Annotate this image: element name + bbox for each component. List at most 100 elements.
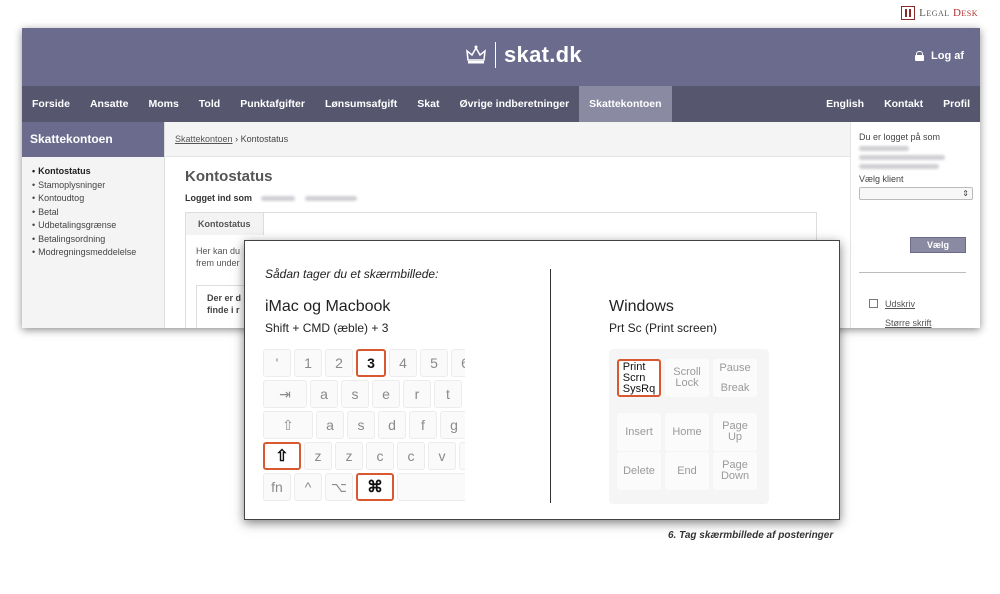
redacted-text xyxy=(305,196,358,202)
sidebar-item-modregning[interactable]: Modregningsmeddelelse xyxy=(32,246,164,260)
logged-as-label: Du er logget på som xyxy=(859,132,941,142)
divider xyxy=(859,272,966,273)
key-partial xyxy=(459,442,465,470)
print-link[interactable]: Udskriv xyxy=(885,299,915,309)
key-6: 6 xyxy=(451,349,465,377)
sidebar-item-stamoplysninger[interactable]: Stamoplysninger xyxy=(32,179,164,193)
key-shift-highlighted: ⇧ xyxy=(263,442,301,470)
site-logo[interactable]: skat.dk xyxy=(465,42,582,68)
key-1: 1 xyxy=(294,349,322,377)
sidebar-menu: Kontostatus Stamoplysninger Kontoudtog B… xyxy=(22,157,164,260)
nav-kontakt[interactable]: Kontakt xyxy=(874,86,933,122)
site-logo-text: skat.dk xyxy=(504,42,582,67)
mac-keyboard: ' 1 2 3 4 5 6 ⇥ a s e r t ⇧ a s d f g ⇧ … xyxy=(263,349,465,504)
nav-skattekontoen[interactable]: Skattekontoen xyxy=(579,86,672,122)
breadcrumb: Skattekontoen › Kontostatus xyxy=(165,122,850,157)
key-insert: Insert xyxy=(617,413,661,451)
windows-keys: Print Scrn SysRq Scroll Lock Pause Break… xyxy=(609,349,769,504)
logout-button[interactable]: Log af xyxy=(915,50,964,62)
key-v: v xyxy=(428,442,456,470)
nav-skat[interactable]: Skat xyxy=(407,86,449,122)
figure-caption: 6. Tag skærmbillede af posteringer xyxy=(668,530,834,541)
tab-kontostatus[interactable]: Kontostatus xyxy=(186,213,264,235)
windows-shortcut: Prt Sc (Print screen) xyxy=(609,321,718,335)
logged-in-line: Logget ind som xyxy=(185,193,358,203)
key-page-down: Page Down xyxy=(713,452,757,490)
key-delete: Delete xyxy=(617,452,661,490)
key-caps: ⇧ xyxy=(263,411,313,439)
sidebar: Skattekontoen Kontostatus Stamoplysninge… xyxy=(22,122,165,328)
nav-punktafgifter[interactable]: Punktafgifter xyxy=(230,86,315,122)
breadcrumb-link[interactable]: Skattekontoen xyxy=(175,134,233,144)
key-t: t xyxy=(434,380,462,408)
sidebar-item-kontostatus[interactable]: Kontostatus xyxy=(32,165,164,179)
section-divider xyxy=(550,269,551,503)
nav-forside[interactable]: Forside xyxy=(22,86,80,122)
legal-desk-logo: Legal Desk xyxy=(901,6,978,20)
key-ctrl: ^ xyxy=(294,473,322,501)
sidebar-item-udbetalingsgraense[interactable]: Udbetalingsgrænse xyxy=(32,219,164,233)
nav-moms[interactable]: Moms xyxy=(138,86,188,122)
key-z: z xyxy=(304,442,332,470)
main-nav: Forside Ansatte Moms Told Punktafgifter … xyxy=(22,86,980,122)
nav-told[interactable]: Told xyxy=(189,86,230,122)
key-r: r xyxy=(403,380,431,408)
redacted-text xyxy=(859,164,939,169)
key-c: c xyxy=(397,442,425,470)
brand-text: Legal xyxy=(919,7,953,19)
key-scroll-lock: Scroll Lock xyxy=(665,359,709,397)
key-end: End xyxy=(665,452,709,490)
key-page-up: Page Up xyxy=(713,413,757,451)
right-column: Du er logget på som Vælg klient ⇕ Vælg U… xyxy=(850,122,980,328)
key-4: 4 xyxy=(389,349,417,377)
sidebar-item-betalingsordning[interactable]: Betalingsordning xyxy=(32,233,164,247)
key-a: a xyxy=(310,380,338,408)
breadcrumb-current: Kontostatus xyxy=(240,134,289,144)
nav-ansatte[interactable]: Ansatte xyxy=(80,86,139,122)
lock-icon xyxy=(915,51,924,61)
font-size-link[interactable]: Større skrift xyxy=(885,318,932,328)
key-a: a xyxy=(316,411,344,439)
nav-ovrige[interactable]: Øvrige indberetninger xyxy=(449,86,579,122)
breadcrumb-separator: › xyxy=(235,134,239,144)
key-printscreen-highlighted: Print Scrn SysRq xyxy=(617,359,661,397)
key-3-highlighted: 3 xyxy=(356,349,386,377)
tab-body-text: Her kan du frem under xyxy=(196,246,241,268)
sidebar-title: Skattekontoen xyxy=(22,122,164,157)
mac-heading: iMac og Macbook xyxy=(265,298,391,315)
key-c: c xyxy=(366,442,394,470)
redacted-text xyxy=(859,155,945,160)
key-z: z xyxy=(335,442,363,470)
key-5: 5 xyxy=(420,349,448,377)
sidebar-item-betal[interactable]: Betal xyxy=(32,206,164,220)
key-g: g xyxy=(440,411,465,439)
logout-label: Log af xyxy=(931,50,964,62)
windows-heading: Windows xyxy=(609,298,674,315)
mac-shortcut: Shift + CMD (æble) + 3 xyxy=(265,321,389,335)
key-tab: ⇥ xyxy=(263,380,307,408)
key-d: d xyxy=(378,411,406,439)
key-backtick: ' xyxy=(263,349,291,377)
key-space xyxy=(397,473,465,501)
redacted-text xyxy=(260,196,295,202)
logged-in-label: Logget ind som xyxy=(185,193,252,203)
choose-button[interactable]: Vælg xyxy=(909,237,966,253)
nav-lonsumsafgift[interactable]: Lønsumsafgift xyxy=(315,86,407,122)
key-option: ⌥ xyxy=(325,473,353,501)
client-select[interactable]: ⇕ xyxy=(859,187,973,200)
key-pause-break: Pause Break xyxy=(713,359,757,397)
print-icon xyxy=(869,299,878,308)
choose-client-label: Vælg klient xyxy=(859,174,904,184)
key-s: s xyxy=(347,411,375,439)
key-2: 2 xyxy=(325,349,353,377)
legal-desk-icon xyxy=(901,6,916,20)
sidebar-item-kontoudtog[interactable]: Kontoudtog xyxy=(32,192,164,206)
crown-icon xyxy=(466,45,486,64)
site-header: skat.dk Log af xyxy=(22,28,980,86)
key-f: f xyxy=(409,411,437,439)
nav-profil[interactable]: Profil xyxy=(933,86,980,122)
page-title: Kontostatus xyxy=(185,168,273,185)
key-s: s xyxy=(341,380,369,408)
instructions-title: Sådan tager du et skærmbillede: xyxy=(265,267,439,281)
nav-english[interactable]: English xyxy=(816,86,874,122)
